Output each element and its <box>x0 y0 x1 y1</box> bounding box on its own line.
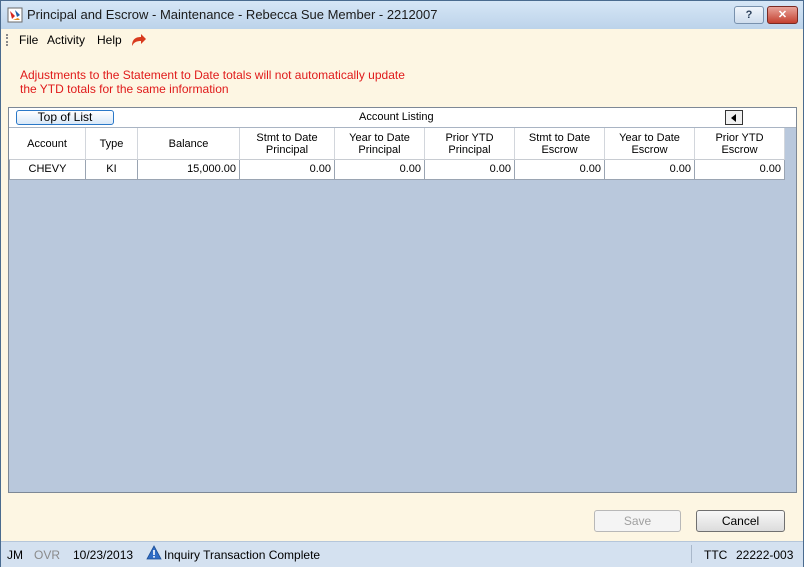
cell-prior-ytd-escrow[interactable]: 0.00 <box>695 160 785 180</box>
column-header-stmt-principal[interactable]: Stmt to Date Principal <box>240 128 335 160</box>
column-header-account[interactable]: Account <box>9 128 86 160</box>
status-user: JM <box>7 548 23 562</box>
column-header-prior-ytd-escrow[interactable]: Prior YTD Escrow <box>695 128 785 160</box>
top-of-list-button[interactable]: Top of List <box>16 110 114 125</box>
status-ttc-label: TTC <box>704 548 728 562</box>
status-ovr: OVR <box>34 548 61 562</box>
cell-stmt-escrow[interactable]: 0.00 <box>515 160 605 180</box>
redo-arrow-icon[interactable] <box>129 31 147 49</box>
ytd-adjustment-notice: Adjustments to the Statement to Date tot… <box>20 68 405 96</box>
cell-prior-ytd-principal[interactable]: 0.00 <box>425 160 515 180</box>
close-button[interactable]: ✕ <box>767 6 798 24</box>
cell-balance[interactable]: 15,000.00 <box>138 160 240 180</box>
warning-triangle-icon <box>146 545 162 560</box>
maintenance-window: Principal and Escrow - Maintenance - Reb… <box>0 0 804 567</box>
status-date: 10/23/2013 <box>73 548 134 562</box>
scroll-left-icon[interactable] <box>725 110 743 125</box>
menu-help[interactable]: Help <box>97 33 122 47</box>
grid-caption-bar: Top of List Account Listing <box>9 108 796 128</box>
menu-file[interactable]: File <box>19 33 38 47</box>
column-header-stmt-escrow[interactable]: Stmt to Date Escrow <box>515 128 605 160</box>
column-header-prior-ytd-principal[interactable]: Prior YTD Principal <box>425 128 515 160</box>
menu-bar: File Activity Help <box>1 29 803 51</box>
app-icon <box>7 7 23 23</box>
save-button[interactable]: Save <box>594 510 681 532</box>
cell-account[interactable]: CHEVY <box>9 160 86 180</box>
cell-ytd-principal[interactable]: 0.00 <box>335 160 425 180</box>
title-bar[interactable]: Principal and Escrow - Maintenance - Reb… <box>1 1 803 30</box>
status-message: Inquiry Transaction Complete <box>164 548 321 562</box>
cell-stmt-principal[interactable]: 0.00 <box>240 160 335 180</box>
account-listing-grid: Top of List Account Listing Account Type… <box>8 107 797 493</box>
status-separator <box>691 545 692 563</box>
column-header-ytd-principal[interactable]: Year to Date Principal <box>335 128 425 160</box>
help-button[interactable]: ? <box>734 6 764 24</box>
column-header-type[interactable]: Type <box>86 128 138 160</box>
column-header-balance[interactable]: Balance <box>138 128 240 160</box>
status-bar: JM OVR 10/23/2013 Inquiry Transaction Co… <box>1 541 803 567</box>
cell-type[interactable]: KI <box>86 160 138 180</box>
cancel-button[interactable]: Cancel <box>696 510 785 532</box>
grid-caption: Account Listing <box>359 111 434 123</box>
toolbar-grip-icon[interactable] <box>6 34 10 46</box>
cell-ytd-escrow[interactable]: 0.00 <box>605 160 695 180</box>
status-ttc-code: 22222-003 <box>736 548 794 562</box>
column-header-ytd-escrow[interactable]: Year to Date Escrow <box>605 128 695 160</box>
menu-activity[interactable]: Activity <box>47 33 85 47</box>
window-title: Principal and Escrow - Maintenance - Reb… <box>27 7 438 22</box>
